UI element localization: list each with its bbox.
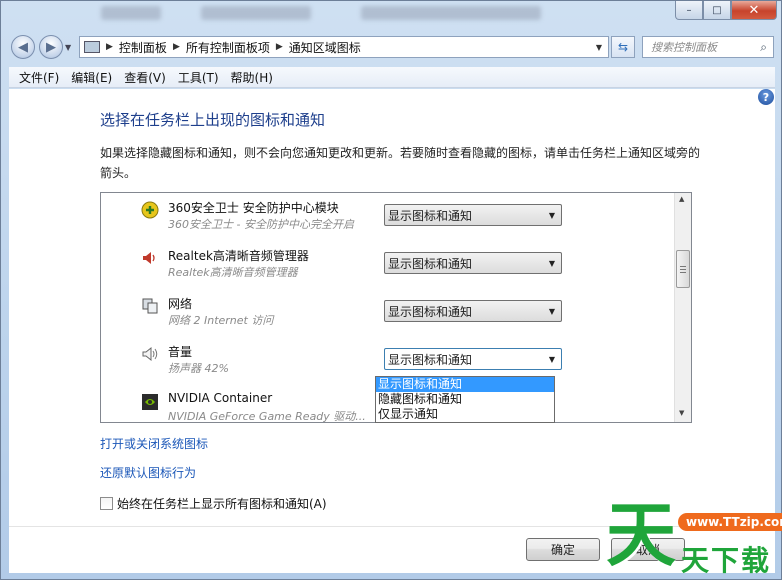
refresh-icon: ⇆ — [617, 40, 629, 54]
breadcrumb-notification-icons[interactable]: 通知区域图标 — [285, 39, 365, 56]
computer-icon — [84, 41, 100, 53]
navigation-bar: ◀ ▶ ▼ ▶ 控制面板 ▶ 所有控制面板项 ▶ 通知区域图标 ▼ ⇆ 搜索控制… — [1, 31, 782, 63]
chevron-right-icon[interactable]: ▶ — [274, 42, 285, 52]
behavior-value: 显示图标和通知 — [388, 208, 473, 223]
control-panel-window: – □ ✕ ◀ ▶ ▼ ▶ 控制面板 ▶ 所有控制面板项 ▶ 通知区域图标 ▼ … — [0, 0, 782, 580]
list-item: 网络 网络 2 Internet 访问 显示图标和通知 ▼ — [101, 289, 671, 337]
behavior-select[interactable]: 显示图标和通知 ▼ — [384, 348, 562, 370]
behavior-select[interactable]: 显示图标和通知 ▼ — [384, 300, 562, 322]
dropdown-option[interactable]: 显示图标和通知 — [376, 377, 554, 392]
always-show-label[interactable]: 始终在任务栏上显示所有图标和通知(A) — [117, 495, 327, 512]
menu-view[interactable]: 查看(V) — [118, 69, 172, 86]
forward-button[interactable]: ▶ — [39, 35, 63, 59]
menu-help[interactable]: 帮助(H) — [225, 69, 279, 86]
dropdown-option[interactable]: 仅显示通知 — [376, 407, 554, 422]
address-dropdown-icon[interactable]: ▼ — [596, 43, 602, 52]
list-item: 360安全卫士 安全防护中心模块 360安全卫士 - 安全防护中心完全开启 显示… — [101, 193, 671, 241]
grip-line — [680, 266, 686, 267]
chevron-down-icon: ▼ — [548, 258, 555, 268]
watermark-url: www.TTzip.com — [678, 513, 782, 531]
network-icon — [141, 297, 159, 315]
search-placeholder: 搜索控制面板 — [651, 41, 717, 54]
always-show-checkbox[interactable] — [100, 497, 113, 510]
row-subtitle: 网络 2 Internet 访问 — [168, 314, 274, 327]
page-description: 如果选择隐藏图标和通知，则不会向您通知更改和更新。若要随时查看隐藏的图标，请单击… — [100, 146, 701, 180]
shield-360-icon — [141, 201, 159, 219]
row-subtitle: 360安全卫士 - 安全防护中心完全开启 — [168, 218, 354, 231]
arrow-right-icon: ▶ — [46, 39, 56, 55]
behavior-value: 显示图标和通知 — [388, 304, 473, 319]
breadcrumb-control-panel[interactable]: 控制面板 — [115, 39, 171, 56]
behavior-dropdown-list[interactable]: 显示图标和通知 隐藏图标和通知 仅显示通知 — [375, 376, 555, 423]
behavior-select[interactable]: 显示图标和通知 ▼ — [384, 204, 562, 226]
title-blur-1 — [101, 6, 161, 20]
grip-line — [680, 272, 686, 273]
page-title: 选择在任务栏上出现的图标和通知 — [100, 111, 326, 129]
grip-line — [680, 269, 686, 270]
row-name: 音量 — [168, 345, 193, 359]
scroll-up-icon[interactable]: ▲ — [679, 195, 684, 203]
always-show-checkbox-row[interactable]: 始终在任务栏上显示所有图标和通知(A) — [100, 495, 327, 512]
breadcrumb-all-items[interactable]: 所有控制面板项 — [182, 39, 274, 56]
close-button[interactable]: ✕ — [731, 1, 777, 20]
row-subtitle: 扬声器 42% — [168, 362, 229, 375]
row-name: NVIDIA Container — [168, 391, 273, 405]
watermark-logo: 天 www.TTzip.com 天下载 — [606, 495, 782, 579]
restore-defaults-link[interactable]: 还原默认图标行为 — [100, 464, 196, 481]
menu-file[interactable]: 文件(F) — [13, 69, 65, 86]
recent-pages-dropdown[interactable]: ▼ — [65, 43, 71, 52]
chevron-right-icon[interactable]: ▶ — [104, 42, 115, 52]
menu-edit[interactable]: 编辑(E) — [65, 69, 118, 86]
speaker-red-icon — [141, 249, 159, 267]
menu-tools[interactable]: 工具(T) — [172, 69, 225, 86]
behavior-value: 显示图标和通知 — [388, 256, 473, 271]
list-scrollbar[interactable]: ▲ ▼ — [674, 193, 691, 422]
refresh-button[interactable]: ⇆ — [611, 36, 635, 58]
search-icon[interactable]: ⌕ — [760, 40, 767, 55]
dropdown-option[interactable]: 隐藏图标和通知 — [376, 392, 554, 407]
nvidia-icon — [141, 393, 159, 411]
caption-buttons: – □ ✕ — [675, 1, 777, 20]
behavior-value: 显示图标和通知 — [388, 352, 473, 367]
system-icons-link[interactable]: 打开或关闭系统图标 — [100, 435, 208, 452]
row-name: 360安全卫士 安全防护中心模块 — [168, 201, 339, 215]
menu-bar: 文件(F) 编辑(E) 查看(V) 工具(T) 帮助(H) — [9, 67, 775, 88]
search-box[interactable]: 搜索控制面板 ⌕ — [642, 36, 774, 58]
chevron-down-icon: ▼ — [548, 306, 555, 316]
watermark-text: 天下载 — [681, 544, 772, 577]
row-subtitle: Realtek高清晰音频管理器 — [168, 266, 298, 279]
behavior-select[interactable]: 显示图标和通知 ▼ — [384, 252, 562, 274]
back-button[interactable]: ◀ — [11, 35, 35, 59]
row-name: 网络 — [168, 297, 193, 311]
minimize-button[interactable]: – — [675, 1, 703, 20]
row-subtitle: NVIDIA GeForce Game Ready 驱动... — [168, 410, 366, 423]
chevron-right-icon[interactable]: ▶ — [171, 42, 182, 52]
watermark-big-glyph: 天 — [606, 493, 676, 576]
arrow-left-icon: ◀ — [18, 39, 28, 55]
chevron-down-icon: ▼ — [548, 210, 555, 220]
chevron-down-icon: ▼ — [548, 354, 555, 364]
scroll-down-icon[interactable]: ▼ — [679, 409, 684, 417]
title-blur-2 — [201, 6, 311, 20]
maximize-button[interactable]: □ — [703, 1, 731, 20]
title-blur-3 — [361, 6, 541, 20]
help-icon[interactable]: ? — [758, 89, 774, 105]
title-bar[interactable]: – □ ✕ — [1, 1, 782, 31]
list-item: Realtek高清晰音频管理器 Realtek高清晰音频管理器 显示图标和通知 … — [101, 241, 671, 289]
scrollbar-thumb[interactable] — [676, 250, 690, 288]
address-bar[interactable]: ▶ 控制面板 ▶ 所有控制面板项 ▶ 通知区域图标 ▼ — [79, 36, 609, 58]
row-name: Realtek高清晰音频管理器 — [168, 249, 309, 263]
volume-icon — [141, 345, 159, 363]
ok-button[interactable]: 确定 — [526, 538, 600, 561]
